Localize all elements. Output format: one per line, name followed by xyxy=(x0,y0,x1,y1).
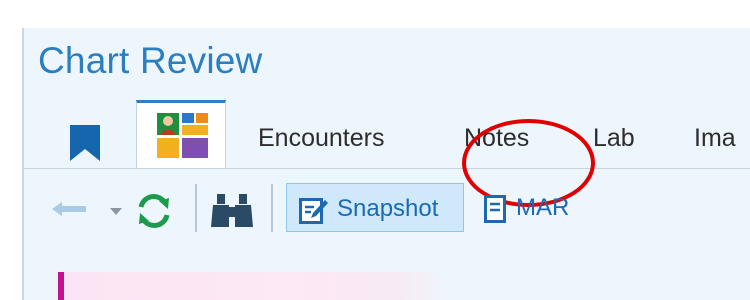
refresh-icon xyxy=(138,194,170,228)
snapshot-label: Snapshot xyxy=(337,195,439,222)
page-title: Chart Review xyxy=(38,40,263,81)
mar-button[interactable]: MAR xyxy=(476,183,586,232)
tab-strip-divider xyxy=(24,168,750,169)
history-dropdown[interactable] xyxy=(110,203,122,221)
page: Chart Review Encounters Notes Lab Ima Sn… xyxy=(0,0,750,300)
chart-review-grid-icon xyxy=(157,113,208,158)
snapshot-button[interactable]: Snapshot xyxy=(286,183,464,232)
tab-notes[interactable]: Notes xyxy=(464,124,529,153)
tab-lab[interactable]: Lab xyxy=(593,124,635,153)
mar-label: MAR xyxy=(516,194,570,221)
bookmark-icon xyxy=(70,125,100,161)
tab-imaging[interactable]: Ima xyxy=(694,124,750,153)
mar-document-icon xyxy=(484,195,506,223)
toolbar-separator xyxy=(195,184,197,232)
toolbar-separator xyxy=(271,184,273,232)
toolbar: Snapshot MAR xyxy=(24,180,750,236)
chart-review-panel: Chart Review Encounters Notes Lab Ima Sn… xyxy=(22,28,750,300)
refresh-button[interactable] xyxy=(135,194,173,233)
snapshot-icon xyxy=(299,198,328,224)
back-button[interactable] xyxy=(52,202,88,221)
tab-bookmarks[interactable] xyxy=(54,122,114,168)
tab-encounters[interactable]: Encounters xyxy=(258,124,384,153)
content-header-band xyxy=(64,272,454,300)
find-button[interactable] xyxy=(210,194,254,233)
tab-chart-review[interactable] xyxy=(136,100,226,169)
chevron-down-icon xyxy=(110,208,122,215)
back-arrow-icon xyxy=(52,202,86,216)
binoculars-icon xyxy=(211,194,253,227)
